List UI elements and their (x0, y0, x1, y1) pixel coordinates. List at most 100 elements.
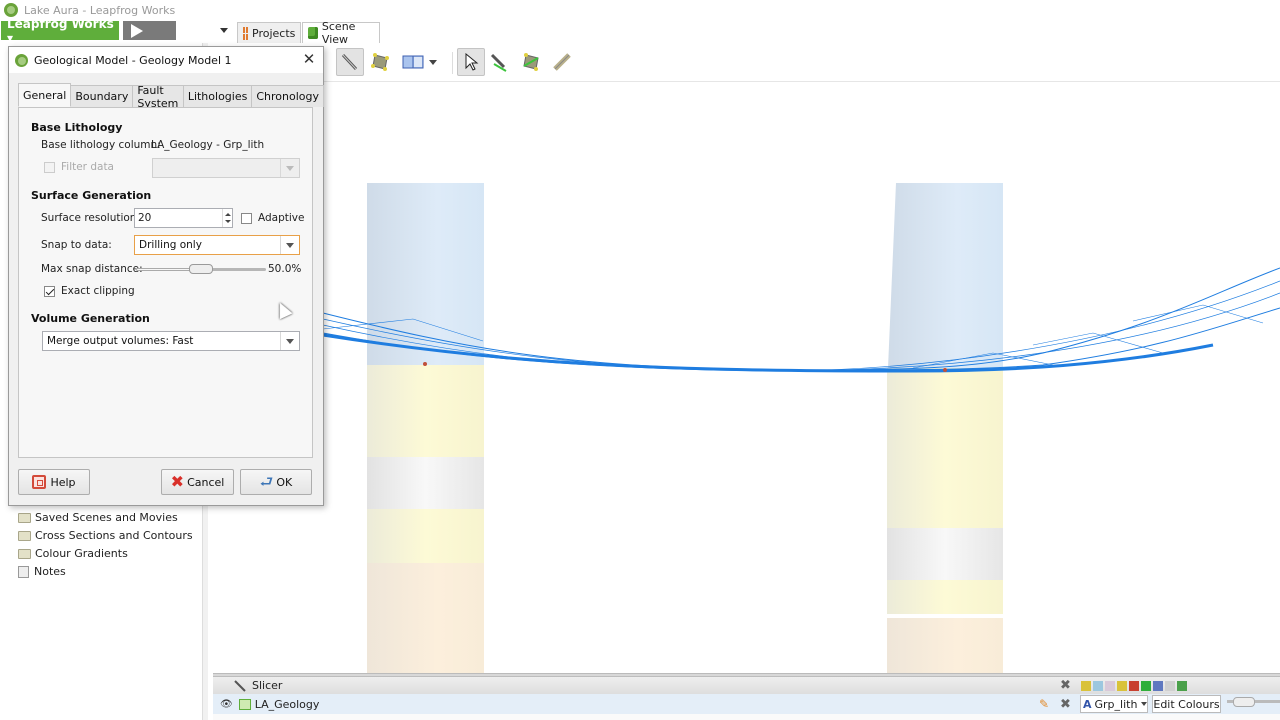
drillhole-table-icon (238, 698, 251, 710)
play-icon (131, 23, 143, 38)
tab-scene-view[interactable]: Scene View (302, 20, 380, 46)
scene-toolbar (324, 44, 1280, 82)
exact-clipping-checkbox[interactable] (44, 286, 55, 297)
filter-icon[interactable] (1081, 680, 1091, 691)
tab-chronology[interactable]: Chronology (251, 85, 324, 107)
lock-icon[interactable] (1165, 680, 1175, 691)
merge-output-volumes-value: Merge output volumes: Fast (47, 335, 194, 347)
filter-icon[interactable] (1141, 680, 1151, 691)
ruler-tool-button[interactable] (548, 48, 576, 76)
help-button[interactable]: Help (18, 469, 90, 495)
close-icon[interactable]: ✕ (301, 51, 317, 67)
tab-fault-system[interactable]: Fault System (132, 84, 184, 110)
section-tool-button[interactable] (517, 48, 545, 76)
leapfrog-works-menu-button[interactable]: Leapfrog Works ▾ (1, 17, 119, 45)
cancel-button[interactable]: ✖ Cancel (161, 469, 234, 495)
contact-point (423, 362, 427, 366)
select-tool-button[interactable] (457, 48, 485, 76)
snap-to-data-select[interactable]: Drilling only (134, 235, 300, 255)
snap-to-data-value: Drilling only (139, 239, 202, 251)
slider-thumb[interactable] (189, 264, 213, 274)
lithology-gap (887, 614, 1003, 618)
filter-icon[interactable] (1105, 680, 1115, 691)
filter-data-checkbox[interactable] (44, 162, 55, 173)
slicer-pencil-icon (341, 53, 358, 71)
dialog-titlebar[interactable]: Geological Model - Geology Model 1 ✕ (9, 47, 323, 73)
split-view-dropdown[interactable] (426, 48, 440, 76)
menubar (0, 20, 1280, 42)
folder-icon (18, 548, 31, 559)
spin-up-icon[interactable] (224, 213, 231, 216)
geological-model-dialog: Geological Model - Geology Model 1 ✕ Gen… (8, 46, 324, 506)
remove-all-icon[interactable]: ✖ (1060, 678, 1071, 693)
ok-button[interactable]: ⮐ OK (240, 469, 312, 495)
filter-data-select[interactable] (152, 158, 300, 178)
lithology-interval (367, 457, 484, 509)
drillhole-right[interactable] (887, 183, 1003, 673)
toolbar-separator (452, 52, 453, 74)
scene-viewport[interactable] (213, 83, 1280, 673)
cancel-button-label: Cancel (187, 475, 225, 489)
base-lithology-column-value: LA_Geology - Grp_lith (151, 139, 265, 151)
chevron-down-icon (280, 159, 299, 177)
slicer-tool-button[interactable] (336, 48, 364, 76)
spin-down-icon[interactable] (224, 220, 231, 223)
edit-pencil-icon[interactable]: ✎ (1039, 697, 1049, 711)
transparency-slider-thumb[interactable] (1233, 697, 1255, 707)
max-snap-distance-slider[interactable] (136, 264, 266, 274)
network-icon[interactable] (1177, 680, 1187, 691)
tab-boundary[interactable]: Boundary (70, 85, 134, 107)
select-arrow-icon (465, 53, 479, 71)
leapfrog-logo-icon (4, 3, 18, 17)
tab-lithologies[interactable]: Lithologies (182, 85, 253, 107)
filter-icon[interactable] (1117, 680, 1127, 691)
colour-column-select[interactable]: A Grp_lith (1080, 695, 1148, 713)
tree-item-label: Colour Gradients (35, 547, 128, 560)
adaptive-checkbox[interactable] (241, 213, 252, 224)
window-title: Lake Aura - Leapfrog Works (24, 3, 176, 17)
folder-icon (18, 512, 31, 523)
help-lifebuoy-icon (32, 475, 47, 489)
remove-icon[interactable]: ✖ (1060, 697, 1071, 712)
filter-icon[interactable] (1153, 680, 1163, 691)
merge-output-volumes-select[interactable]: Merge output volumes: Fast (42, 331, 300, 351)
edit-colours-button[interactable]: Edit Colours (1152, 695, 1221, 713)
filter-icon[interactable] (1129, 680, 1139, 691)
shape-row-next (213, 714, 1280, 720)
slicer-label[interactable]: Slicer (252, 679, 282, 692)
draw-slicer-icon (490, 53, 507, 72)
surface-resolution-value: 20 (138, 212, 152, 224)
surface-resolution-spinbox[interactable]: 20 (134, 208, 233, 228)
drillhole-left[interactable] (367, 183, 484, 673)
shape-filter-icons (1081, 680, 1187, 691)
tree-item-colour-gradients[interactable]: Colour Gradients (18, 547, 128, 560)
tree-item-cross-sections[interactable]: Cross Sections and Contours (18, 529, 193, 542)
tree-item-notes[interactable]: Notes (18, 565, 66, 578)
tree-item-saved-scenes[interactable]: Saved Scenes and Movies (18, 511, 178, 524)
chevron-down-icon (429, 59, 437, 65)
lithology-interval (887, 368, 1003, 528)
shapes-list-header: Slicer ✖ (213, 676, 1280, 694)
play-button[interactable] (123, 21, 176, 40)
slider-track-right[interactable] (211, 268, 266, 271)
max-snap-distance-label: Max snap distance: (41, 263, 143, 275)
spin-buttons[interactable] (222, 209, 232, 227)
visibility-eye-icon[interactable]: 👁 (220, 699, 233, 710)
filter-icon[interactable] (1093, 680, 1103, 691)
slider-track-left[interactable] (136, 268, 191, 271)
tab-projects-label: Projects (252, 26, 296, 40)
volume-generation-heading: Volume Generation (31, 312, 150, 325)
window-titlebar: Lake Aura - Leapfrog Works (0, 0, 1280, 20)
tab-general[interactable]: General (18, 83, 72, 107)
contact-point (943, 368, 947, 372)
split-view-button[interactable] (399, 48, 427, 76)
draw-slicer-button[interactable] (485, 48, 513, 76)
clip-box-button[interactable] (366, 48, 394, 76)
snap-to-data-label: Snap to data: (41, 239, 112, 251)
exact-clipping-label: Exact clipping (61, 285, 135, 297)
tab-projects[interactable]: Projects (237, 22, 301, 43)
shape-row-la-geology[interactable]: 👁 LA_Geology ✎ ✖ A Grp_lith Edit Colours (213, 694, 1280, 714)
tab-list-dropdown-icon[interactable] (220, 28, 228, 33)
scene-canvas[interactable] (213, 83, 1280, 673)
lithology-interval (887, 580, 1003, 614)
